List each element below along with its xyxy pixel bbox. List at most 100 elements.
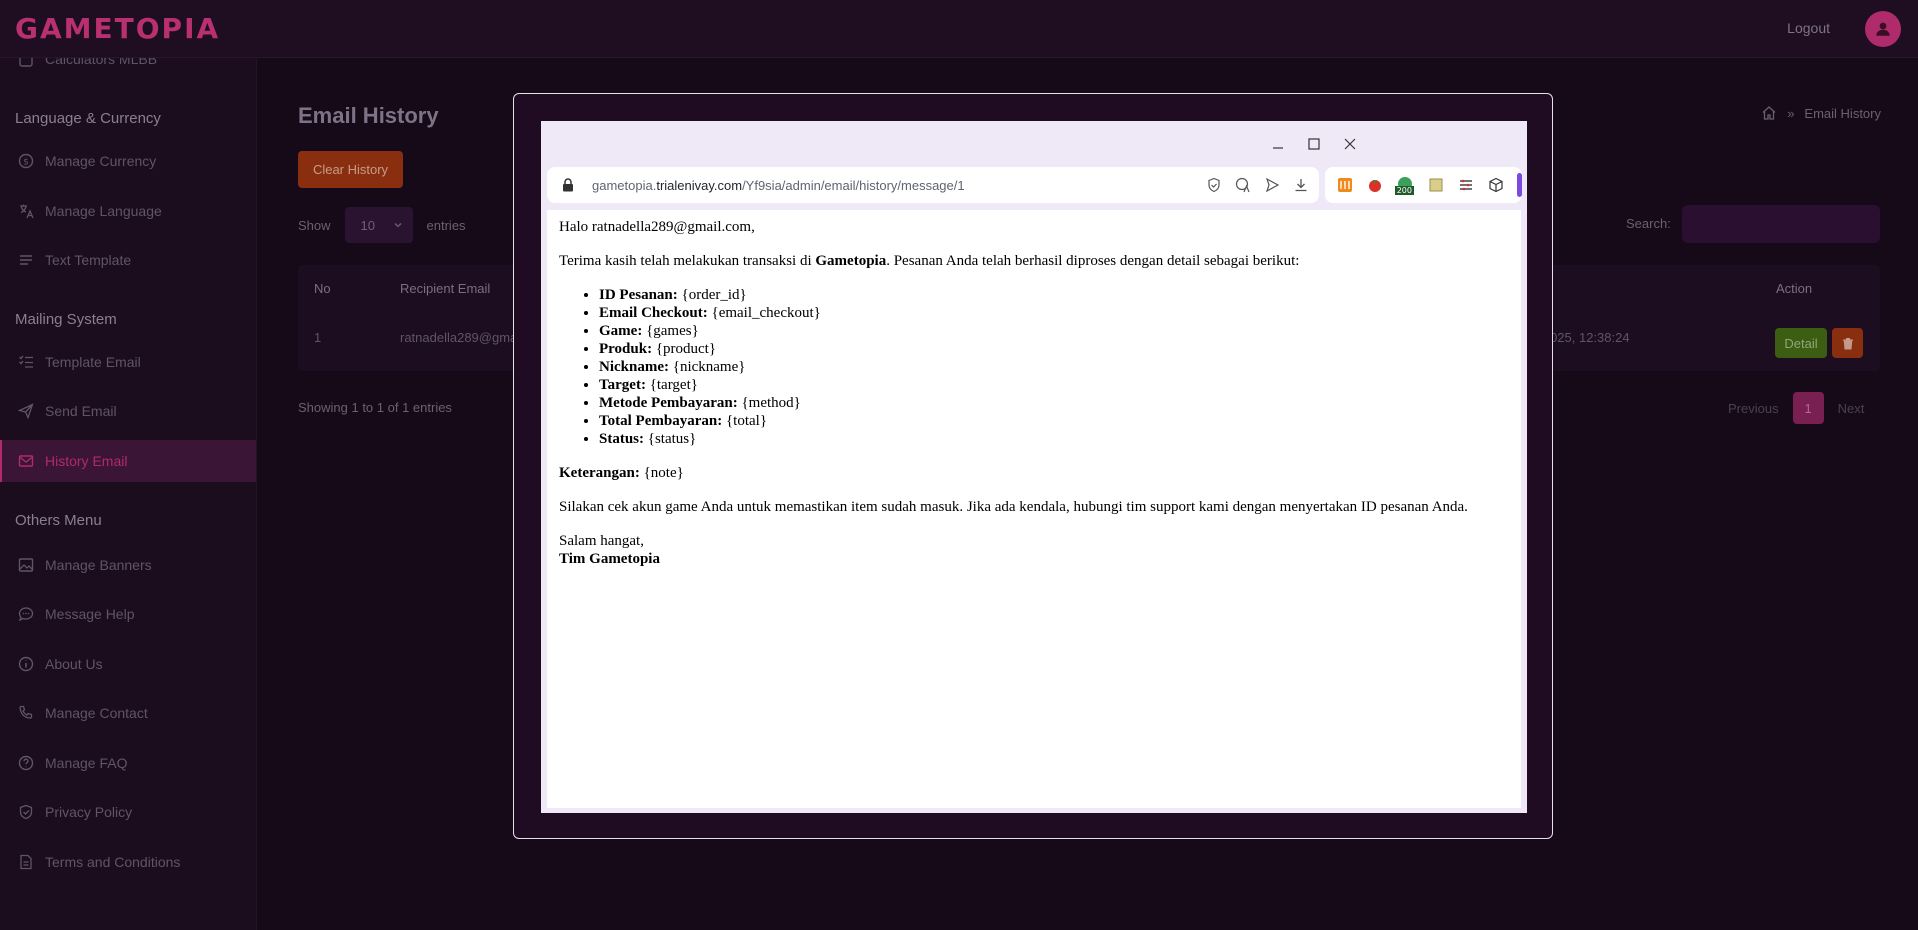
- sidebar-item-text-template[interactable]: Text Template: [0, 239, 256, 281]
- cell-no: 1: [314, 330, 322, 345]
- cube-extension-icon[interactable]: [1487, 175, 1506, 195]
- list-item: Status: {status}: [599, 430, 1509, 448]
- extension-orange-icon[interactable]: [1335, 175, 1354, 195]
- trash-icon: [1842, 337, 1853, 349]
- email-preview-modal: gametopia.trialenivay.com/Yf9sia/admin/e…: [513, 93, 1553, 839]
- show-label: Show: [298, 217, 331, 233]
- list-item: Email Checkout: {email_checkout}: [599, 304, 1509, 322]
- page-title: Email History: [298, 103, 439, 128]
- sidebar-item-label: Manage Language: [45, 203, 162, 219]
- note-extension-icon[interactable]: [1426, 175, 1445, 195]
- sidebar-item-label: Manage Contact: [45, 705, 148, 721]
- sidebar-item-history-email[interactable]: History Email: [0, 440, 256, 482]
- extensions-bar: 200: [1325, 167, 1522, 203]
- sidebar-item-terms[interactable]: Terms and Conditions: [0, 841, 256, 883]
- previous-button[interactable]: Previous: [1728, 401, 1779, 416]
- clear-history-button[interactable]: Clear History: [298, 151, 403, 188]
- search-input[interactable]: [1682, 205, 1880, 243]
- column-header-no[interactable]: No: [314, 281, 331, 296]
- page-button-1[interactable]: 1: [1792, 392, 1824, 424]
- url-path: /Yf9sia/admin/email/history/message/1: [742, 178, 965, 193]
- sidebar-item-manage-contact[interactable]: Manage Contact: [0, 692, 256, 734]
- entries-select[interactable]: 10: [344, 207, 413, 243]
- tomato-extension-icon[interactable]: [1365, 175, 1384, 195]
- download-icon[interactable]: [1293, 177, 1309, 193]
- sidebar-item-manage-currency[interactable]: $ Manage Currency: [0, 140, 256, 182]
- send-icon: [17, 402, 35, 420]
- list-check-icon: [17, 353, 35, 371]
- sidebar-section-others: Others Menu: [15, 512, 102, 529]
- detail-button[interactable]: Detail: [1775, 328, 1827, 358]
- image-icon: [17, 556, 35, 574]
- url-domain: gametopia.: [592, 178, 657, 193]
- list-item: Target: {target}: [599, 376, 1509, 394]
- sidebar-item-label: Message Help: [45, 606, 135, 622]
- sidebar-item-label: Calculators MLBB: [45, 58, 158, 67]
- column-header-recipient[interactable]: Recipient Email: [400, 281, 490, 296]
- entries-label: entries: [426, 217, 466, 233]
- badge-extension-icon[interactable]: 200: [1394, 175, 1415, 195]
- list-item: Game: {games}: [599, 322, 1509, 340]
- sidebar-item-template-email[interactable]: Template Email: [0, 341, 256, 383]
- list-item: Metode Pembayaran: {method}: [599, 394, 1509, 412]
- translate-page-icon[interactable]: [1235, 177, 1251, 193]
- avatar[interactable]: [1865, 11, 1901, 47]
- question-icon: [17, 754, 35, 772]
- phone-icon: [17, 704, 35, 722]
- entries-value: 10: [360, 217, 375, 233]
- sidebar-item-message-help[interactable]: Message Help: [0, 593, 256, 635]
- sidebar-item-manage-faq[interactable]: Manage FAQ: [0, 742, 256, 784]
- email-browser-window: gametopia.trialenivay.com/Yf9sia/admin/e…: [541, 121, 1527, 813]
- entries-length: Show 10 entries: [298, 207, 466, 243]
- chevron-down-icon: [394, 223, 401, 228]
- chat-icon: [17, 605, 35, 623]
- send-to-device-icon[interactable]: [1264, 177, 1280, 193]
- home-icon[interactable]: [1761, 105, 1777, 121]
- maximize-icon[interactable]: [1304, 134, 1324, 154]
- list-item: Nickname: {nickname}: [599, 358, 1509, 376]
- minimize-icon[interactable]: [1268, 134, 1288, 154]
- table-info: Showing 1 to 1 of 1 entries: [298, 400, 452, 415]
- profile-indicator[interactable]: [1517, 173, 1522, 197]
- list-extension-icon[interactable]: [1456, 175, 1475, 195]
- sidebar-section-language: Language & Currency: [15, 110, 161, 127]
- email-note: Keterangan: {note}: [559, 465, 684, 481]
- brand-name: Gametopia: [815, 253, 887, 269]
- app-logo[interactable]: GAMETOPIA: [15, 12, 220, 45]
- logout-link[interactable]: Logout: [1787, 20, 1830, 36]
- next-button[interactable]: Next: [1838, 401, 1865, 416]
- currency-icon: $: [17, 152, 35, 170]
- sidebar-item-label: Text Template: [45, 252, 132, 268]
- sidebar-item-calculators[interactable]: Calculators MLBB: [0, 58, 256, 80]
- order-details-list: ID Pesanan: {order_id} Email Checkout: {…: [599, 286, 1509, 448]
- close-icon[interactable]: [1340, 134, 1360, 154]
- document-icon: [17, 853, 35, 871]
- list-item: Produk: {product}: [599, 340, 1509, 358]
- sidebar-item-label: Manage FAQ: [45, 755, 128, 771]
- sidebar-item-label: Terms and Conditions: [45, 854, 181, 870]
- sidebar-item-manage-banners[interactable]: Manage Banners: [0, 544, 256, 586]
- email-signature: Salam hangat, Tim Gametopia: [559, 532, 1509, 568]
- sidebar-item-send-email[interactable]: Send Email: [0, 390, 256, 432]
- delete-button[interactable]: [1832, 328, 1863, 358]
- url-actions: [1206, 177, 1309, 193]
- translate-icon: [17, 202, 35, 220]
- sidebar-item-label: Manage Currency: [45, 153, 157, 169]
- sidebar-item-label: Send Email: [45, 403, 117, 419]
- email-greeting: Halo ratnadella289@gmail.com,: [559, 219, 755, 235]
- sidebar-item-label: Privacy Policy: [45, 804, 133, 820]
- user-icon: [1876, 22, 1890, 36]
- mail-icon: [17, 452, 35, 470]
- svg-text:$: $: [23, 158, 29, 168]
- list-item: Total Pembayaran: {total}: [599, 412, 1509, 430]
- breadcrumb: » Email History: [1761, 105, 1881, 121]
- email-closing: Silakan cek akun game Anda untuk memasti…: [559, 499, 1468, 515]
- sidebar-item-manage-language[interactable]: Manage Language: [0, 190, 256, 232]
- sidebar: Calculators MLBB Language & Currency $ M…: [0, 58, 257, 930]
- sidebar-item-privacy-policy[interactable]: Privacy Policy: [0, 791, 256, 833]
- extension-badge: 200: [1394, 186, 1414, 195]
- shield-check-icon: [17, 803, 35, 821]
- address-bar[interactable]: gametopia.trialenivay.com/Yf9sia/admin/e…: [547, 167, 1319, 203]
- sidebar-item-about-us[interactable]: About Us: [0, 643, 256, 685]
- shield-icon[interactable]: [1206, 177, 1222, 193]
